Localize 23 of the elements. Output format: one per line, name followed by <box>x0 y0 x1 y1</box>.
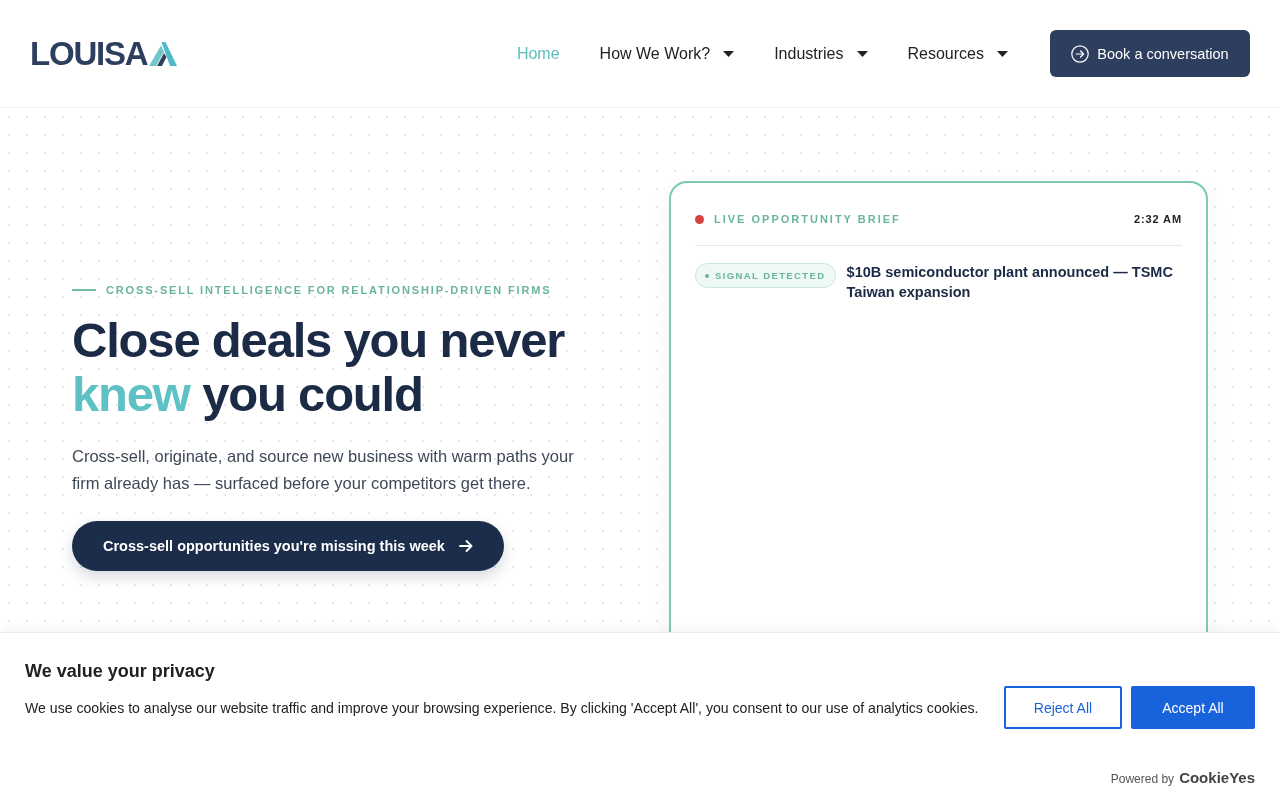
nav-link[interactable]: Industries <box>774 44 868 63</box>
arrow-right-icon <box>458 540 473 552</box>
brand-logo-text: CookieYes <box>1179 769 1255 786</box>
accept-all-button[interactable]: Accept All <box>1131 686 1255 729</box>
badge-dot-icon <box>705 273 709 278</box>
badge-label: SIGNAL DETECTED <box>715 270 826 281</box>
cookie-title: We value your privacy <box>25 660 215 682</box>
card-title: LIVE OPPORTUNITY BRIEF <box>714 213 901 225</box>
hero-description: Cross-sell, originate, and source new business with warm paths your firm already has — surfaced before your competitors get there. <box>72 446 575 494</box>
hero-heading: Close deals you never knew you could <box>72 313 566 421</box>
card-time: 2:32 AM <box>1133 213 1182 225</box>
logo-mark-icon <box>149 41 178 66</box>
cookie-text: We use cookies to analyse our website traffic and improve your browsing experience. By clicking 'Accept All', you consent to our use of analytics cookies. <box>25 698 980 718</box>
reject-all-button[interactable]: Reject All <box>1004 686 1122 729</box>
book-conversation-button[interactable]: Book a conversation <box>1050 30 1250 77</box>
nav-link[interactable]: Resources <box>907 44 1008 63</box>
powered-by-text: Powered by <box>1110 772 1175 786</box>
nav-link[interactable]: How We Work? <box>599 44 735 63</box>
eyebrow-text: CROSS-SELL INTELLIGENCE FOR RELATIONSHIP-DRIVEN FIRMS <box>106 284 552 296</box>
cross-sell-cta-button[interactable]: Cross-sell opportunities you're missing this week <box>72 521 504 571</box>
signal-headline: $10B semiconductor plant announced — TSMC Taiwan expansion <box>846 263 1174 302</box>
arrow-circle-icon <box>1071 44 1090 63</box>
logo-text: LOUISA <box>30 39 148 68</box>
